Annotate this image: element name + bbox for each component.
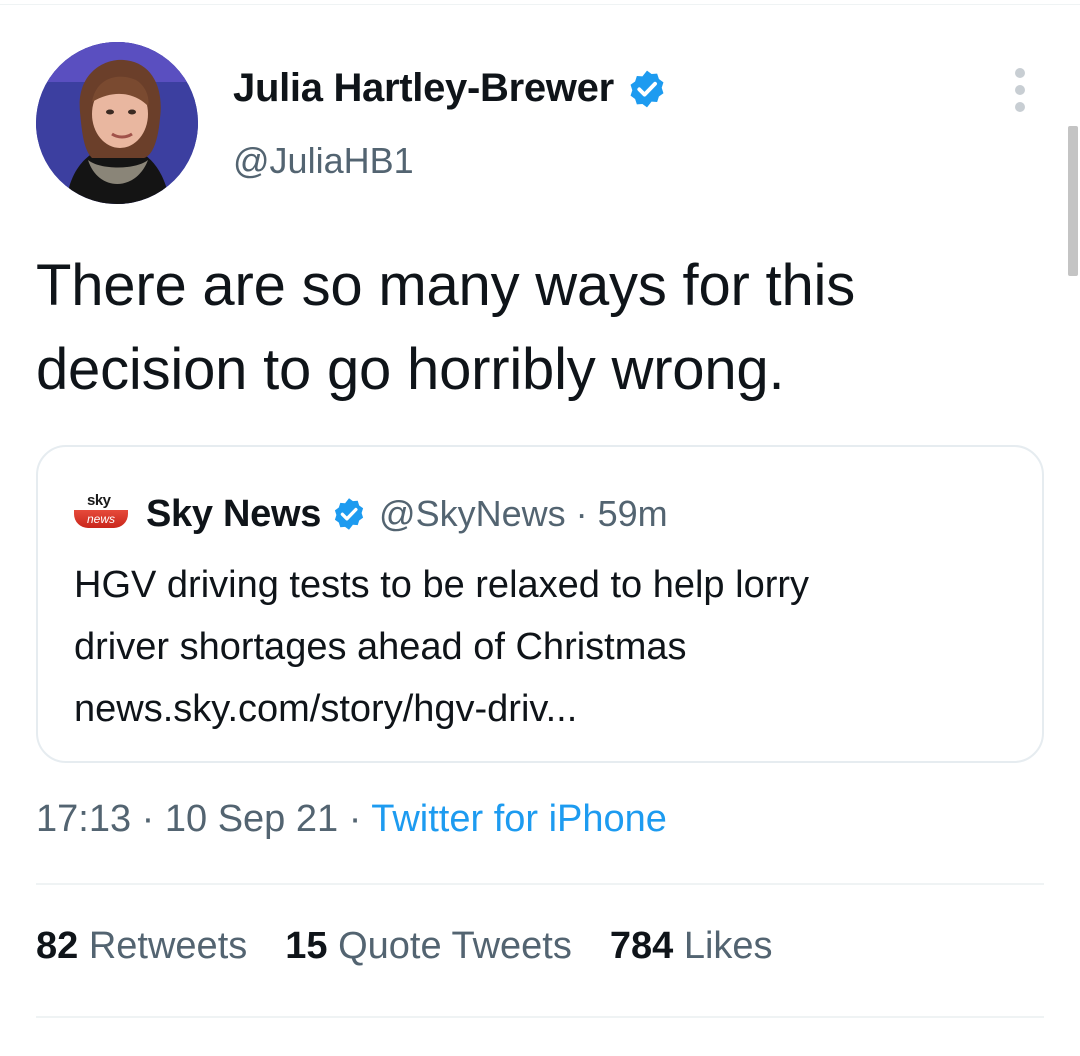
tweet-time[interactable]: 17:13 — [36, 798, 131, 840]
tweet-source-link[interactable]: Twitter for iPhone — [371, 798, 667, 840]
quoted-tweet-age: 59m — [597, 493, 668, 534]
tweet-detail: Julia Hartley-Brewer @JuliaHB1 There are… — [0, 0, 1080, 1056]
tweet-date[interactable]: 10 Sep 21 — [165, 798, 338, 840]
quote-tweets-count: 15 — [285, 925, 328, 967]
author-name-text: Julia Hartley-Brewer — [233, 66, 614, 110]
more-options-icon[interactable] — [1006, 68, 1034, 112]
quote-tweets-stat[interactable]: 15 Quote Tweets — [285, 925, 572, 968]
quoted-tweet-header: sky news Sky News @SkyNews · 59m — [74, 487, 668, 541]
scrollbar[interactable] — [1068, 126, 1078, 276]
meta-separator: · — [131, 798, 165, 840]
tweet-text-line: There are so many ways for this — [36, 253, 855, 318]
retweets-label: Retweets — [88, 925, 248, 967]
likes-label: Likes — [683, 925, 773, 967]
quoted-author-handle: @SkyNews — [379, 493, 566, 534]
verified-badge-icon — [334, 498, 364, 530]
quote-tweets-label: Quote Tweets — [338, 925, 572, 967]
avatar-photo — [36, 42, 198, 204]
news-logo-bar: news — [74, 510, 128, 528]
retweets-stat[interactable]: 82 Retweets — [36, 925, 247, 968]
author-handle[interactable]: @JuliaHB1 — [233, 140, 414, 182]
meta-separator: · — [338, 798, 372, 840]
sky-logo-word: sky — [87, 492, 111, 509]
divider — [36, 883, 1044, 885]
tweet-text-line: decision to go horribly wrong. — [36, 337, 785, 402]
sky-news-logo-icon: sky news — [74, 492, 128, 536]
quoted-text-line: HGV driving tests to be relaxed to help … — [74, 564, 810, 606]
avatar[interactable] — [36, 42, 198, 204]
likes-stat[interactable]: 784 Likes — [610, 925, 773, 968]
divider — [36, 1016, 1044, 1018]
top-divider — [0, 4, 1080, 5]
likes-count: 784 — [609, 925, 674, 967]
engagement-stats: 82 Retweets 15 Quote Tweets 784 Likes — [36, 925, 773, 968]
quoted-text-line: driver shortages ahead of Christmas — [74, 626, 687, 668]
tweet-text: There are so many ways for this decision… — [36, 244, 1036, 412]
meta-separator: · — [565, 493, 598, 534]
quoted-tweet-text: HGV driving tests to be relaxed to help … — [74, 554, 1014, 740]
quoted-link: news.sky.com/story/hgv-driv... — [74, 688, 578, 730]
retweets-count: 82 — [36, 925, 79, 967]
quoted-author-name: Sky News — [146, 492, 322, 535]
quoted-tweet-card[interactable]: sky news Sky News @SkyNews · 59m HGV dri… — [36, 445, 1044, 763]
author-name[interactable]: Julia Hartley-Brewer — [233, 66, 668, 111]
tweet-timestamp-row: 17:13 · 10 Sep 21 · Twitter for iPhone — [36, 798, 667, 841]
verified-badge-icon — [630, 70, 664, 107]
